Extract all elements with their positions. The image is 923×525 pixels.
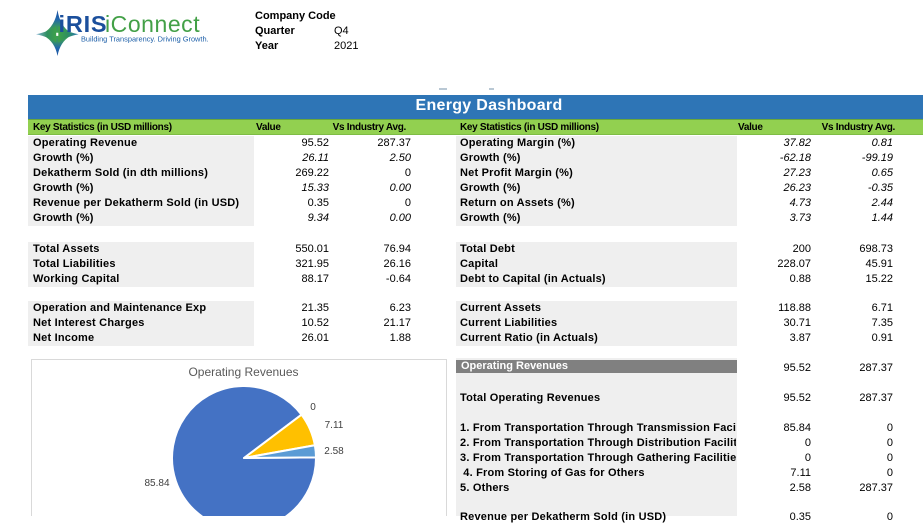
svg-text:7.11: 7.11	[325, 420, 344, 431]
svg-text:0: 0	[310, 402, 316, 413]
svg-text:2.58: 2.58	[324, 446, 344, 457]
svg-text:85.84: 85.84	[144, 478, 169, 489]
